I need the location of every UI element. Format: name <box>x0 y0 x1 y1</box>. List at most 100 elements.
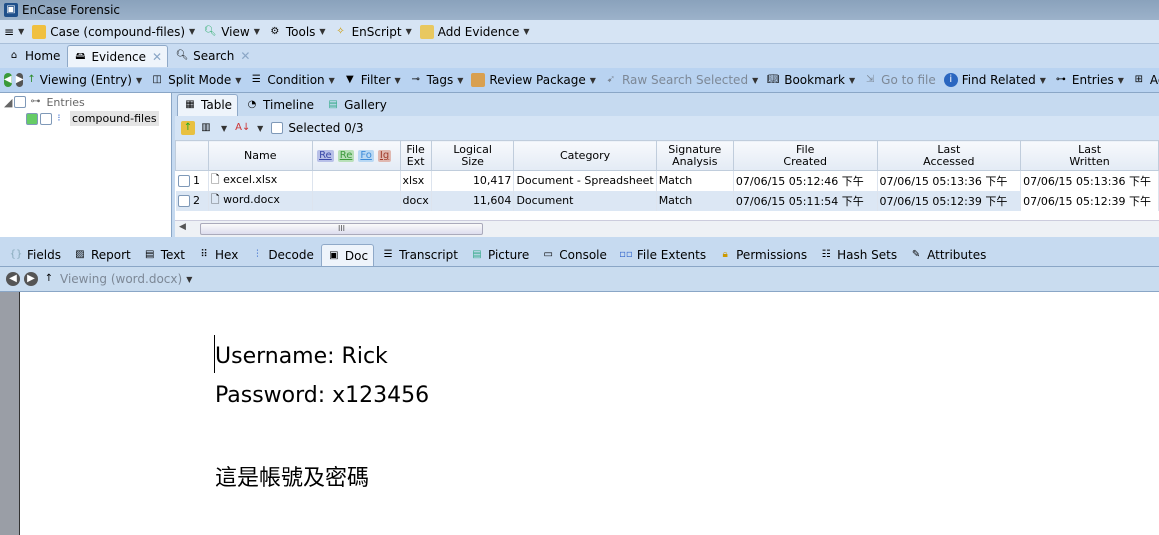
tag-column[interactable]: Ig <box>377 150 392 162</box>
menu-tools[interactable]: ⚙ Tools ▼ <box>268 25 325 39</box>
doc-line-username: Username: Rick <box>215 344 388 369</box>
header-name[interactable]: Name <box>207 140 313 171</box>
cell-created: 07/06/15 05:11:54 下午 <box>733 190 878 211</box>
tab-decode[interactable]: ⫶ Decode <box>245 244 319 266</box>
back-icon[interactable]: ◀ <box>6 272 20 286</box>
forward-icon[interactable]: ▶ <box>24 272 38 286</box>
tab-doc[interactable]: ▣ Doc <box>320 244 375 266</box>
scroll-thumb[interactable]: III <box>200 223 483 235</box>
filter-button[interactable]: ▼ Filter ▼ <box>343 73 401 87</box>
tab-file-extents[interactable]: ▫▫ File Extents <box>614 244 711 266</box>
row-checkbox[interactable] <box>177 195 190 207</box>
h2: Created <box>783 154 827 168</box>
tag-column[interactable]: Re <box>317 150 334 162</box>
scroll-left-arrow[interactable]: ◀ <box>179 222 186 232</box>
tag-column[interactable]: Re <box>337 150 355 162</box>
cell-accessed: 07/06/15 05:13:36 下午 <box>877 170 1022 191</box>
header-written[interactable]: Last Written <box>1020 140 1159 171</box>
h2: Written <box>1069 154 1110 168</box>
parent-folder-icon[interactable]: ↑ <box>181 121 195 135</box>
viewing-dropdown[interactable]: Viewing (word.docx) ▼ <box>60 272 192 286</box>
tab-attributes[interactable]: ✎ Attributes <box>904 244 991 266</box>
viewing-entry-dropdown[interactable]: Viewing (Entry) ▼ <box>40 73 142 87</box>
go-to-file-button[interactable]: ⇲ Go to file <box>863 73 936 87</box>
bookmark-button[interactable]: 📖︎ Bookmark ▼ <box>766 73 855 87</box>
tag-column[interactable]: Fo <box>358 150 374 162</box>
columns-button[interactable]: ▥ ▼ <box>199 121 227 135</box>
tab-search[interactable]: 🔍︎ Search ✕ <box>170 45 255 67</box>
tab-transcript[interactable]: ☰ Transcript <box>376 244 463 266</box>
more-button[interactable]: ⊞ Ac <box>1132 73 1159 87</box>
header-category[interactable]: Category <box>513 140 657 171</box>
tab-evidence[interactable]: 🖴︎ Evidence ✕ <box>67 45 169 67</box>
tab-home[interactable]: ⌂ Home <box>2 45 65 67</box>
raw-search-selected-button[interactable]: ➹ Raw Search Selected ▼ <box>604 73 758 87</box>
condition-button[interactable]: ☰ Condition ▼ <box>249 73 335 87</box>
up-icon[interactable]: ↑ <box>42 272 56 286</box>
tab-hash-sets[interactable]: ☷ Hash Sets <box>814 244 902 266</box>
tab-label: Decode <box>268 248 314 262</box>
tab-label: Timeline <box>263 97 315 112</box>
cell-created: 07/06/15 05:12:46 下午 <box>733 170 878 191</box>
evidence-toolbar: ◀ ▶ ↑ Viewing (Entry) ▼ ◫ Split Mode ▼ ☰ Con… <box>0 68 1159 93</box>
menu-hamburger[interactable]: ≡ ▼ <box>4 25 24 39</box>
checkbox[interactable] <box>14 96 27 108</box>
tab-console[interactable]: ▭ Console <box>536 244 612 266</box>
tab-text[interactable]: ▤ Text <box>138 244 190 266</box>
find-related-button[interactable]: i Find Related ▼ <box>943 73 1046 87</box>
bookmark-icon: 📖︎ <box>766 74 780 85</box>
table-row[interactable]: 2 🗋︎ word.docx docx 11,604 Document Matc… <box>175 190 1159 211</box>
info-icon: i <box>943 73 958 87</box>
selector[interactable] <box>26 112 38 125</box>
checkbox[interactable] <box>40 112 52 125</box>
table-row[interactable]: 1 🗋︎ excel.xlsx xlsx 10,417 Document - S… <box>175 170 1159 191</box>
tree-item-compound-files[interactable]: ⁝ compound-files <box>26 111 159 126</box>
tab-label: Home <box>25 49 61 63</box>
tab-hex[interactable]: ⠿ Hex <box>192 244 243 266</box>
header-accessed[interactable]: Last Accessed <box>876 140 1022 171</box>
menu-view[interactable]: 🔍︎ View ▼ <box>203 25 260 39</box>
tab-gallery[interactable]: ▤ Gallery <box>321 94 392 116</box>
entries-button[interactable]: ⊶ Entries ▼ <box>1054 73 1124 87</box>
close-icon[interactable]: ✕ <box>152 50 162 64</box>
back-icon[interactable]: ◀ <box>4 73 12 87</box>
header-tags: Re Re Fo Ig <box>311 140 401 171</box>
tab-timeline[interactable]: ◔ Timeline <box>240 94 319 116</box>
tab-picture[interactable]: ▤ Picture <box>465 244 534 266</box>
cell-name: excel.xlsx <box>223 173 278 187</box>
review-package-button[interactable]: Review Package ▼ <box>471 73 596 87</box>
tab-table[interactable]: ▦ Table <box>177 93 239 116</box>
split-mode-button[interactable]: ◫ Split Mode ▼ <box>150 73 241 87</box>
header-logical-size[interactable]: Logical Size <box>430 140 515 171</box>
hash-icon: ☷ <box>821 249 831 260</box>
menu-add-evidence[interactable]: Add Evidence ▼ <box>419 24 530 39</box>
select-all-checkbox[interactable] <box>271 122 284 134</box>
tab-permissions[interactable]: 🔒︎ Permissions <box>713 244 812 266</box>
up-icon[interactable]: ↑ <box>27 73 35 87</box>
cell-signature: Match <box>656 190 734 211</box>
tree-root[interactable]: ◢ ⊶ Entries <box>4 95 85 109</box>
doc-icon: ▣ <box>329 249 339 261</box>
tab-report[interactable]: ▨ Report <box>68 244 136 266</box>
menu-case[interactable]: Case (compound-files) ▼ <box>32 24 195 39</box>
row-checkbox[interactable] <box>177 175 190 188</box>
header-file-ext[interactable]: File Ext <box>399 140 432 171</box>
header-created[interactable]: File Created <box>732 140 878 171</box>
tab-fields[interactable]: {} Fields <box>4 244 66 266</box>
menu-enscript[interactable]: ✧ EnScript ▼ <box>334 25 411 39</box>
row-number: 2 <box>193 194 200 207</box>
transcript-icon: ☰ <box>383 249 393 260</box>
cell-written: 07/06/15 05:12:39 下午 <box>1020 190 1159 211</box>
tags-button[interactable]: ⊸ Tags ▼ <box>409 73 463 87</box>
sort-button[interactable]: A↓ ▼ <box>235 121 263 135</box>
label: Raw Search Selected <box>621 73 749 87</box>
horizontal-scrollbar[interactable]: ◀ III <box>175 220 1159 237</box>
header-signature[interactable]: Signature Analysis <box>655 140 734 171</box>
tree-label: compound-files <box>70 111 159 126</box>
tab-label: Picture <box>487 248 530 262</box>
window-title: EnCase Forensic <box>22 3 121 17</box>
close-icon[interactable]: ✕ <box>240 49 250 63</box>
tab-label: Text <box>160 248 186 262</box>
gallery-icon: ▤ <box>328 98 338 110</box>
forward-icon[interactable]: ▶ <box>15 73 24 87</box>
